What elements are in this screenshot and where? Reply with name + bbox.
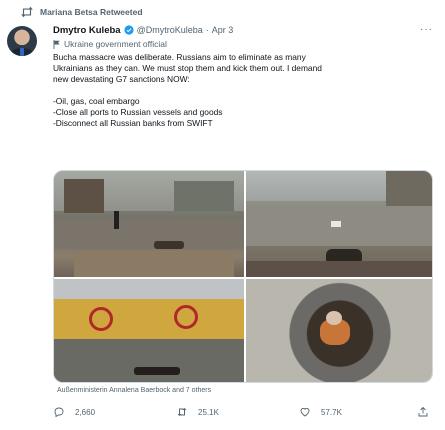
reply-count: 2,660 [75, 407, 96, 417]
tweet-header: Dmytro Kuleba @DmytroKuleba · Apr 3 [53, 23, 435, 37]
tweet-line: new devastating G7 sanctions NOW: [53, 74, 190, 84]
retweet-count: 25.1K [198, 407, 219, 417]
retweet-context: Mariana Betsa Retweeted [20, 5, 143, 19]
author-name[interactable]: Dmytro Kuleba [53, 25, 121, 36]
government-label-text: Ukraine government official [64, 39, 167, 49]
retweet-icon [177, 408, 187, 416]
author-handle[interactable]: @DmytroKuleba [137, 25, 203, 35]
action-bar: 2,660 25.1K 57.7K [53, 406, 433, 422]
photo-4[interactable] [246, 279, 432, 382]
retweeted-by-label[interactable]: Mariana Betsa Retweeted [40, 7, 143, 17]
government-label: Ukraine government official [53, 38, 167, 50]
like-icon [300, 407, 310, 417]
tweet-line: Ukrainians as they can. We must stop the… [53, 63, 322, 73]
tweet-line: -Oil, gas, coal embargo [53, 96, 140, 106]
tweet-line: -Disconnect all Russian banks from SWIFT [53, 118, 213, 128]
like-button[interactable]: 57.7K [299, 406, 342, 418]
tweet-date[interactable]: Apr 3 [212, 25, 234, 35]
retweet-button[interactable]: 25.1K [176, 406, 219, 418]
photo-2[interactable] [246, 171, 432, 277]
separator-dot: · [205, 25, 209, 35]
media-grid [53, 170, 433, 383]
retweet-icon [21, 6, 33, 18]
more-icon[interactable]: ··· [420, 24, 433, 35]
photo-3[interactable] [54, 279, 244, 382]
share-icon [418, 406, 428, 417]
reply-button[interactable]: 2,660 [53, 406, 95, 418]
verified-icon [123, 25, 134, 35]
avatar[interactable] [7, 26, 37, 56]
photo-1[interactable] [54, 171, 244, 277]
tweet-line: Bucha massacre was deliberate. Russians … [53, 52, 306, 62]
share-button[interactable] [417, 406, 429, 418]
tweet-text: Bucha massacre was deliberate. Russians … [53, 52, 403, 129]
like-count: 57.7K [321, 407, 342, 417]
reply-icon [54, 407, 64, 418]
flag-icon [53, 39, 60, 49]
liked-by-text[interactable]: Außenministerin Annalena Baerbock and 7 … [57, 387, 211, 394]
tweet-line: -Close all ports to Russian vessels and … [53, 107, 223, 117]
